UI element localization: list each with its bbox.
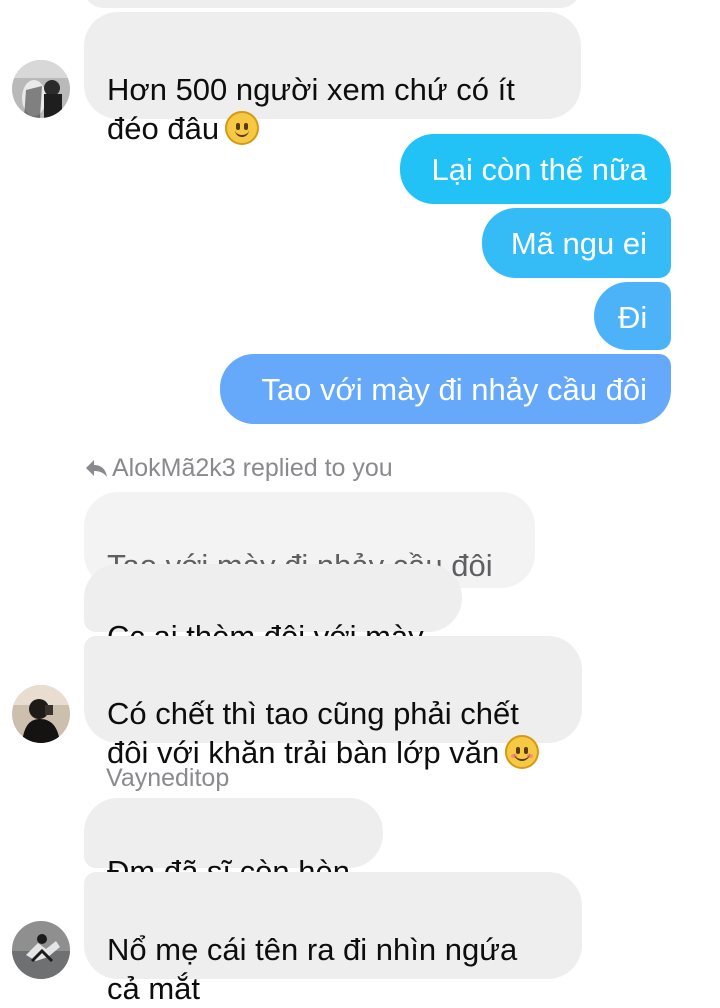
outgoing-message-bubble[interactable]: Đi bbox=[594, 282, 671, 350]
reply-header: AlokMã2k3 replied to you bbox=[84, 453, 393, 483]
message-text: Đi bbox=[618, 300, 648, 335]
message-bubble[interactable]: Nổ mẹ cái tên ra đi nhìn ngứa cả mắt bbox=[84, 872, 582, 1006]
slightly-smiling-face-icon bbox=[225, 111, 260, 145]
previous-message-bubble[interactable] bbox=[84, 0, 580, 8]
smiling-face-with-smiling-eyes-icon bbox=[505, 735, 540, 769]
sender-avatar[interactable] bbox=[12, 685, 70, 743]
outgoing-message-bubble[interactable]: Lại còn thế nữa bbox=[400, 134, 671, 204]
message-bubble[interactable]: Cc ai thèm đôi với mày bbox=[84, 564, 462, 654]
message-text: Nổ mẹ cái tên ra đi nhìn ngứa cả mắt bbox=[107, 932, 518, 1006]
message-bubble[interactable]: Có chết thì tao cũng phải chết đôi với k… bbox=[84, 636, 582, 770]
sender-avatar[interactable] bbox=[12, 60, 70, 118]
message-bubble[interactable]: Đm đã sĩ còn hèn bbox=[84, 798, 383, 889]
message-bubble[interactable]: Hơn 500 người xem chứ có ít đéo đâu bbox=[84, 12, 581, 146]
outgoing-message-bubble[interactable]: Mã ngu ei bbox=[482, 208, 671, 278]
message-text: Có chết thì tao cũng phải chết đôi với k… bbox=[107, 696, 519, 770]
sender-name: Vayneditop bbox=[106, 764, 230, 792]
message-text: Tao với mày đi nhảy cầu đôi bbox=[261, 372, 647, 407]
reply-header-text: AlokMã2k3 replied to you bbox=[112, 454, 393, 482]
avatar-photo-icon bbox=[12, 685, 70, 743]
sender-avatar[interactable] bbox=[12, 921, 70, 979]
message-text: Mã ngu ei bbox=[510, 226, 647, 261]
message-text: Lại còn thế nữa bbox=[431, 152, 647, 187]
avatar-photo-icon bbox=[12, 921, 70, 979]
avatar-photo-icon bbox=[12, 60, 70, 118]
reply-arrow-icon bbox=[86, 460, 107, 477]
outgoing-message-bubble[interactable]: Tao với mày đi nhảy cầu đôi bbox=[220, 354, 671, 424]
